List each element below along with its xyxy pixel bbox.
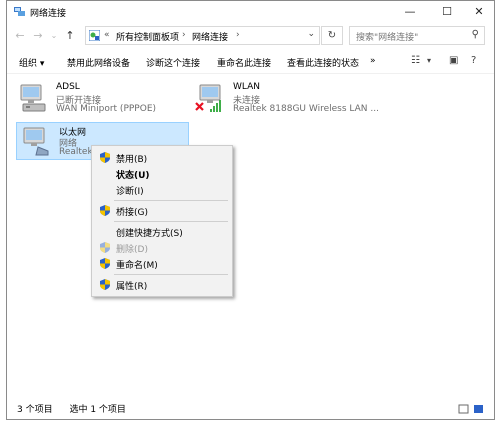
menu-item-properties[interactable]: 属性(R)	[92, 277, 232, 292]
menu-item-disable[interactable]: 禁用(B)	[92, 150, 232, 165]
menu-separator	[114, 274, 228, 275]
selected-count: 选中 1 个项目	[69, 405, 126, 415]
uac-shield-icon	[100, 242, 110, 253]
menu-item-label: 创建快捷方式(S)	[116, 229, 183, 239]
search-input[interactable]: 搜索"网络连接" ⚲	[349, 26, 485, 45]
view-mode-icons[interactable]	[458, 403, 486, 415]
menu-separator	[114, 221, 228, 222]
connection-item-adsl[interactable]: ADSL 已断开连接 WAN Miniport (PPPOE)	[17, 82, 187, 116]
connection-adapter: WAN Miniport (PPPOE)	[56, 104, 157, 114]
view-status-command[interactable]: 查看此连接的状态	[287, 56, 359, 69]
address-bar[interactable]: « 所有控制面板项 › 网络连接 › ⌄	[85, 26, 320, 45]
refresh-button[interactable]: ↻	[321, 26, 343, 45]
back-arrow-icon: ←	[15, 29, 25, 42]
menu-item-label: 诊断(I)	[116, 187, 144, 197]
minimize-button[interactable]: —	[393, 2, 427, 22]
menu-item-create-shortcut[interactable]: 创建快捷方式(S)	[92, 224, 232, 239]
menu-item-bridge[interactable]: 桥接(G)	[92, 203, 232, 218]
uac-shield-icon	[100, 258, 110, 269]
breadcrumb-control-panel[interactable]: 所有控制面板项	[116, 30, 179, 43]
up-button[interactable]: ↑	[63, 29, 77, 42]
title-bar[interactable]: 网络连接 — ☐ ✕	[7, 1, 494, 23]
menu-item-delete: 删除(D)	[92, 240, 232, 255]
menu-item-diagnose[interactable]: 诊断(I)	[92, 182, 232, 197]
organize-menu[interactable]: 组织 ▾	[19, 56, 44, 69]
refresh-icon: ↻	[327, 30, 337, 41]
up-arrow-icon: ↑	[65, 29, 75, 42]
breadcrumb-network-connections[interactable]: 网络连接	[192, 30, 228, 43]
ethernet-connection-icon	[23, 127, 49, 156]
menu-separator	[114, 200, 228, 201]
connection-item-wlan[interactable]: WLAN 未连接 Realtek 8188GU Wireless LAN ...	[194, 82, 379, 116]
uac-shield-icon	[100, 279, 110, 290]
menu-item-label: 删除(D)	[116, 245, 148, 255]
forward-button[interactable]: →	[31, 29, 45, 42]
status-bar: 3 个项目 选中 1 个项目	[17, 402, 140, 415]
network-connections-window: 网络连接 — ☐ ✕ ← → ⌄ ↑ « 所有控制面板项 › 网络连接 › ⌄ …	[6, 0, 495, 420]
rename-connection-command[interactable]: 重命名此连接	[217, 56, 271, 69]
close-button[interactable]: ✕	[462, 2, 496, 22]
window-title: 网络连接	[30, 9, 67, 19]
menu-item-label: 禁用(B)	[116, 155, 148, 165]
disable-device-command[interactable]: 禁用此网络设备	[67, 56, 130, 69]
connection-name: ADSL	[56, 82, 80, 92]
connection-adapter: Realtek 8188GU Wireless LAN ...	[233, 104, 379, 114]
network-connections-icon	[14, 7, 25, 16]
wireless-disconnected-icon	[195, 84, 221, 112]
breadcrumb-separator-icon[interactable]: ›	[182, 30, 186, 40]
help-icon[interactable]: ?	[471, 55, 476, 66]
connection-name: WLAN	[233, 82, 261, 92]
menu-item-label: 属性(R)	[116, 282, 148, 292]
forward-arrow-icon: →	[33, 29, 43, 42]
menu-item-status[interactable]: 状态(U)	[92, 166, 232, 181]
breadcrumb-overflow[interactable]: «	[104, 30, 110, 40]
uac-shield-icon	[100, 152, 110, 163]
maximize-button[interactable]: ☐	[430, 2, 464, 22]
search-placeholder: 搜索"网络连接"	[356, 33, 419, 43]
more-commands-button[interactable]: »	[370, 56, 376, 66]
menu-item-label: 桥接(G)	[116, 208, 148, 218]
recent-locations-button[interactable]: ⌄	[47, 31, 61, 40]
minimize-icon: —	[404, 5, 416, 18]
change-view-icon[interactable]: ☷	[411, 55, 420, 66]
dialup-connection-icon	[20, 84, 46, 112]
control-panel-icon	[89, 30, 100, 41]
menu-item-rename[interactable]: 重命名(M)	[92, 256, 232, 271]
diagnose-connection-command[interactable]: 诊断这个连接	[146, 56, 200, 69]
view-dropdown-icon[interactable]: ▾	[427, 56, 431, 65]
preview-pane-icon[interactable]: ▣	[449, 55, 458, 66]
breadcrumb-separator-icon[interactable]: ›	[236, 30, 240, 40]
menu-item-label: 重命名(M)	[116, 261, 158, 271]
uac-shield-icon	[100, 205, 110, 216]
back-button[interactable]: ←	[13, 29, 27, 42]
context-menu: 禁用(B) 状态(U) 诊断(I) 桥接(G) 创建快捷方式(S) 删除(D) …	[91, 145, 233, 297]
menu-item-label: 状态(U)	[116, 171, 150, 181]
address-dropdown-icon[interactable]: ⌄	[307, 29, 315, 39]
command-bar: 组织 ▾ 禁用此网络设备 诊断这个连接 重命名此连接 查看此连接的状态 » ☷ …	[7, 51, 494, 74]
chevron-down-icon: ⌄	[50, 31, 58, 40]
navigation-bar: ← → ⌄ ↑ « 所有控制面板项 › 网络连接 › ⌄ ↻ 搜索"网络连接" …	[7, 25, 494, 47]
maximize-icon: ☐	[442, 5, 452, 18]
item-count: 3 个项目	[17, 405, 53, 415]
search-icon: ⚲	[471, 29, 479, 40]
close-icon: ✕	[474, 5, 484, 18]
